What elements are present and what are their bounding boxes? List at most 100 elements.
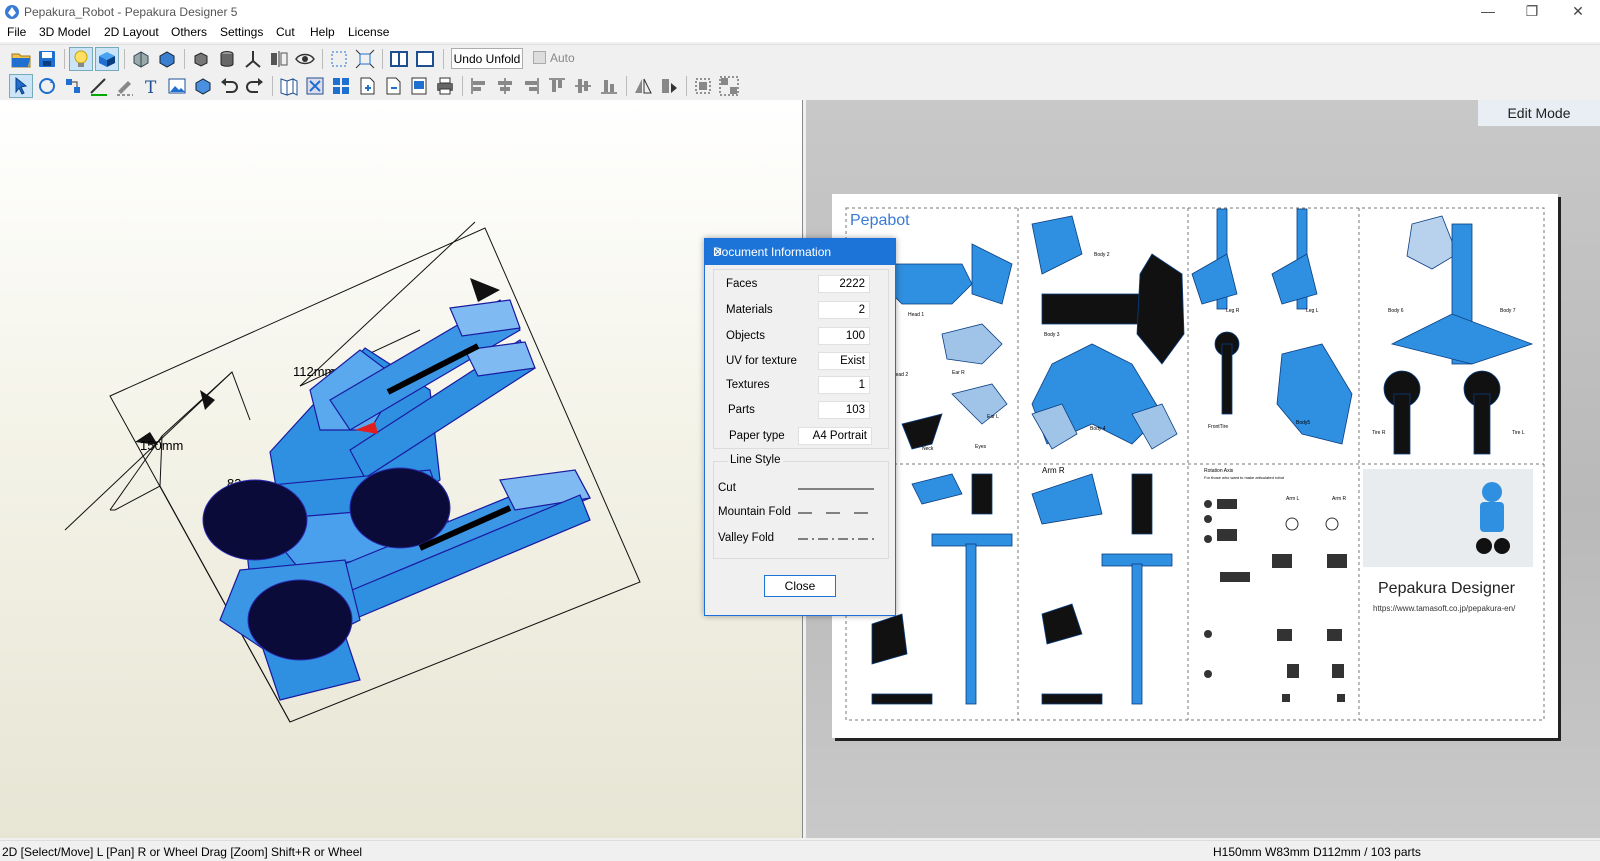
eye-icon[interactable] <box>294 48 316 70</box>
app-icon <box>5 5 19 19</box>
box-icon[interactable] <box>192 75 214 97</box>
brand-name: Pepakura Designer <box>1378 580 1515 597</box>
dialog-close-icon[interactable]: ✕ <box>713 245 889 259</box>
align-left-icon[interactable] <box>468 75 490 97</box>
menu-settings[interactable]: Settings <box>220 25 263 39</box>
close-window-button[interactable]: ✕ <box>1556 0 1600 24</box>
stat-label: Faces <box>726 278 758 290</box>
menu-license[interactable]: License <box>348 25 389 39</box>
tile-icon[interactable] <box>330 75 352 97</box>
light-bulb-icon[interactable] <box>69 47 93 71</box>
line-style-title: Line Style <box>728 454 783 466</box>
page-remove-icon[interactable] <box>382 75 404 97</box>
print-icon[interactable] <box>434 75 456 97</box>
2d-view[interactable]: Edit Mode Pepabot Pepakura Designer http… <box>806 100 1600 838</box>
page-add-icon[interactable] <box>356 75 378 97</box>
part-label: Eyes <box>975 444 987 450</box>
group-icon[interactable] <box>692 75 714 97</box>
save-icon[interactable] <box>36 48 58 70</box>
split-view-icon[interactable] <box>388 48 410 70</box>
undo-unfold-button[interactable]: Undo Unfold <box>451 48 523 69</box>
unfold-icon[interactable] <box>278 75 300 97</box>
open-icon[interactable] <box>10 48 32 70</box>
layout-paper[interactable]: Pepabot Pepakura Designer https://www.ta… <box>832 194 1558 738</box>
part-group-axis[interactable] <box>1204 499 1347 702</box>
close-button[interactable]: Close <box>764 575 836 597</box>
part-label: Body5 <box>1296 420 1311 426</box>
status-dimensions: H150mm W83mm D112mm / 103 parts <box>1213 845 1421 859</box>
dialog-title-bar: Document Information ✕ <box>705 239 895 265</box>
part-label: Leg L <box>1306 308 1319 314</box>
part-label: Rotation Axis <box>1204 468 1234 474</box>
rotate-part-icon[interactable] <box>36 75 58 97</box>
ungroup-icon[interactable] <box>718 75 740 97</box>
layout-toolbar: T <box>0 72 1600 100</box>
draw-line-icon[interactable] <box>88 75 110 97</box>
edit-mode-label: Edit Mode <box>1478 100 1600 126</box>
rotate-view-icon[interactable] <box>130 48 152 70</box>
dim-label-height: 150mm <box>140 438 183 453</box>
arrange-icon[interactable] <box>304 75 326 97</box>
axis-icon[interactable] <box>242 48 264 70</box>
model-view-icon[interactable] <box>156 48 178 70</box>
single-view-icon[interactable] <box>414 48 436 70</box>
3d-view[interactable]: 112mm 150mm 83mm <box>0 100 803 838</box>
select-area-icon[interactable] <box>328 48 350 70</box>
part-label: Ear R <box>952 370 965 376</box>
part-label: Arm R <box>1042 466 1065 475</box>
texture-icon[interactable] <box>95 47 119 71</box>
part-group-legs[interactable] <box>1191 208 1353 445</box>
redo-icon[interactable] <box>244 75 266 97</box>
flip-v-icon[interactable] <box>658 75 680 97</box>
brand-url: https://www.tamasoft.co.jp/pepakura-en/ <box>1373 604 1516 613</box>
document-stats: Faces 2222 Materials 2 Objects 100 UV fo… <box>713 269 889 449</box>
cube-icon[interactable] <box>190 48 212 70</box>
stat-label: Parts <box>728 404 755 416</box>
part-group-tires[interactable] <box>1383 215 1534 455</box>
line-style-valley: Valley Fold <box>718 530 882 548</box>
menu-others[interactable]: Others <box>171 25 207 39</box>
flip-h-icon[interactable] <box>632 75 654 97</box>
menu-file[interactable]: File <box>7 25 26 39</box>
title-bar: Pepakura_Robot - Pepakura Designer 5 — ❐… <box>0 0 1600 24</box>
stat-label: Paper type <box>729 430 785 442</box>
text-icon[interactable]: T <box>140 75 162 97</box>
line-style-label: Mountain Fold <box>718 506 791 518</box>
align-middle-icon[interactable] <box>572 75 594 97</box>
menu-3d-model[interactable]: 3D Model <box>39 25 90 39</box>
fit-icon[interactable] <box>354 48 376 70</box>
menu-cut[interactable]: Cut <box>276 25 295 39</box>
auto-checkbox[interactable]: Auto <box>533 51 575 65</box>
undo-icon[interactable] <box>218 75 240 97</box>
stat-value: 103 <box>818 401 870 419</box>
menu-2d-layout[interactable]: 2D Layout <box>104 25 159 39</box>
part-label: Body 3 <box>1044 332 1060 338</box>
paper-title: Pepabot <box>850 212 910 229</box>
image-icon[interactable] <box>166 75 188 97</box>
maximize-button[interactable]: ❐ <box>1510 0 1554 24</box>
stat-value: 2222 <box>818 275 870 293</box>
line-style-label: Cut <box>718 482 736 494</box>
edit-fold-icon[interactable] <box>114 75 136 97</box>
part-group-arms[interactable] <box>871 473 1173 705</box>
stat-label: UV for texture <box>726 355 797 367</box>
part-label: Body 6 <box>1388 308 1404 314</box>
align-bottom-icon[interactable] <box>598 75 620 97</box>
minimize-button[interactable]: — <box>1466 0 1510 24</box>
align-center-icon[interactable] <box>494 75 516 97</box>
align-top-icon[interactable] <box>546 75 568 97</box>
join-icon[interactable] <box>62 75 84 97</box>
robot-3d-model[interactable]: 112mm 150mm 83mm <box>0 100 802 838</box>
stat-value: A4 Portrait <box>798 427 872 445</box>
menu-help[interactable]: Help <box>310 25 335 39</box>
select-move-icon[interactable] <box>9 74 33 98</box>
print-preview-icon[interactable] <box>408 75 430 97</box>
status-hint: 2D [Select/Move] L [Pan] R or Wheel Drag… <box>2 845 363 859</box>
align-right-icon[interactable] <box>520 75 542 97</box>
cylinder-icon[interactable] <box>216 48 238 70</box>
line-style-mountain: Mountain Fold <box>718 504 882 522</box>
part-label: Tire R <box>1372 430 1386 436</box>
stat-row-materials: Materials 2 <box>714 300 888 320</box>
mirror-icon[interactable] <box>268 48 290 70</box>
part-label: Body 4 <box>1090 426 1106 432</box>
